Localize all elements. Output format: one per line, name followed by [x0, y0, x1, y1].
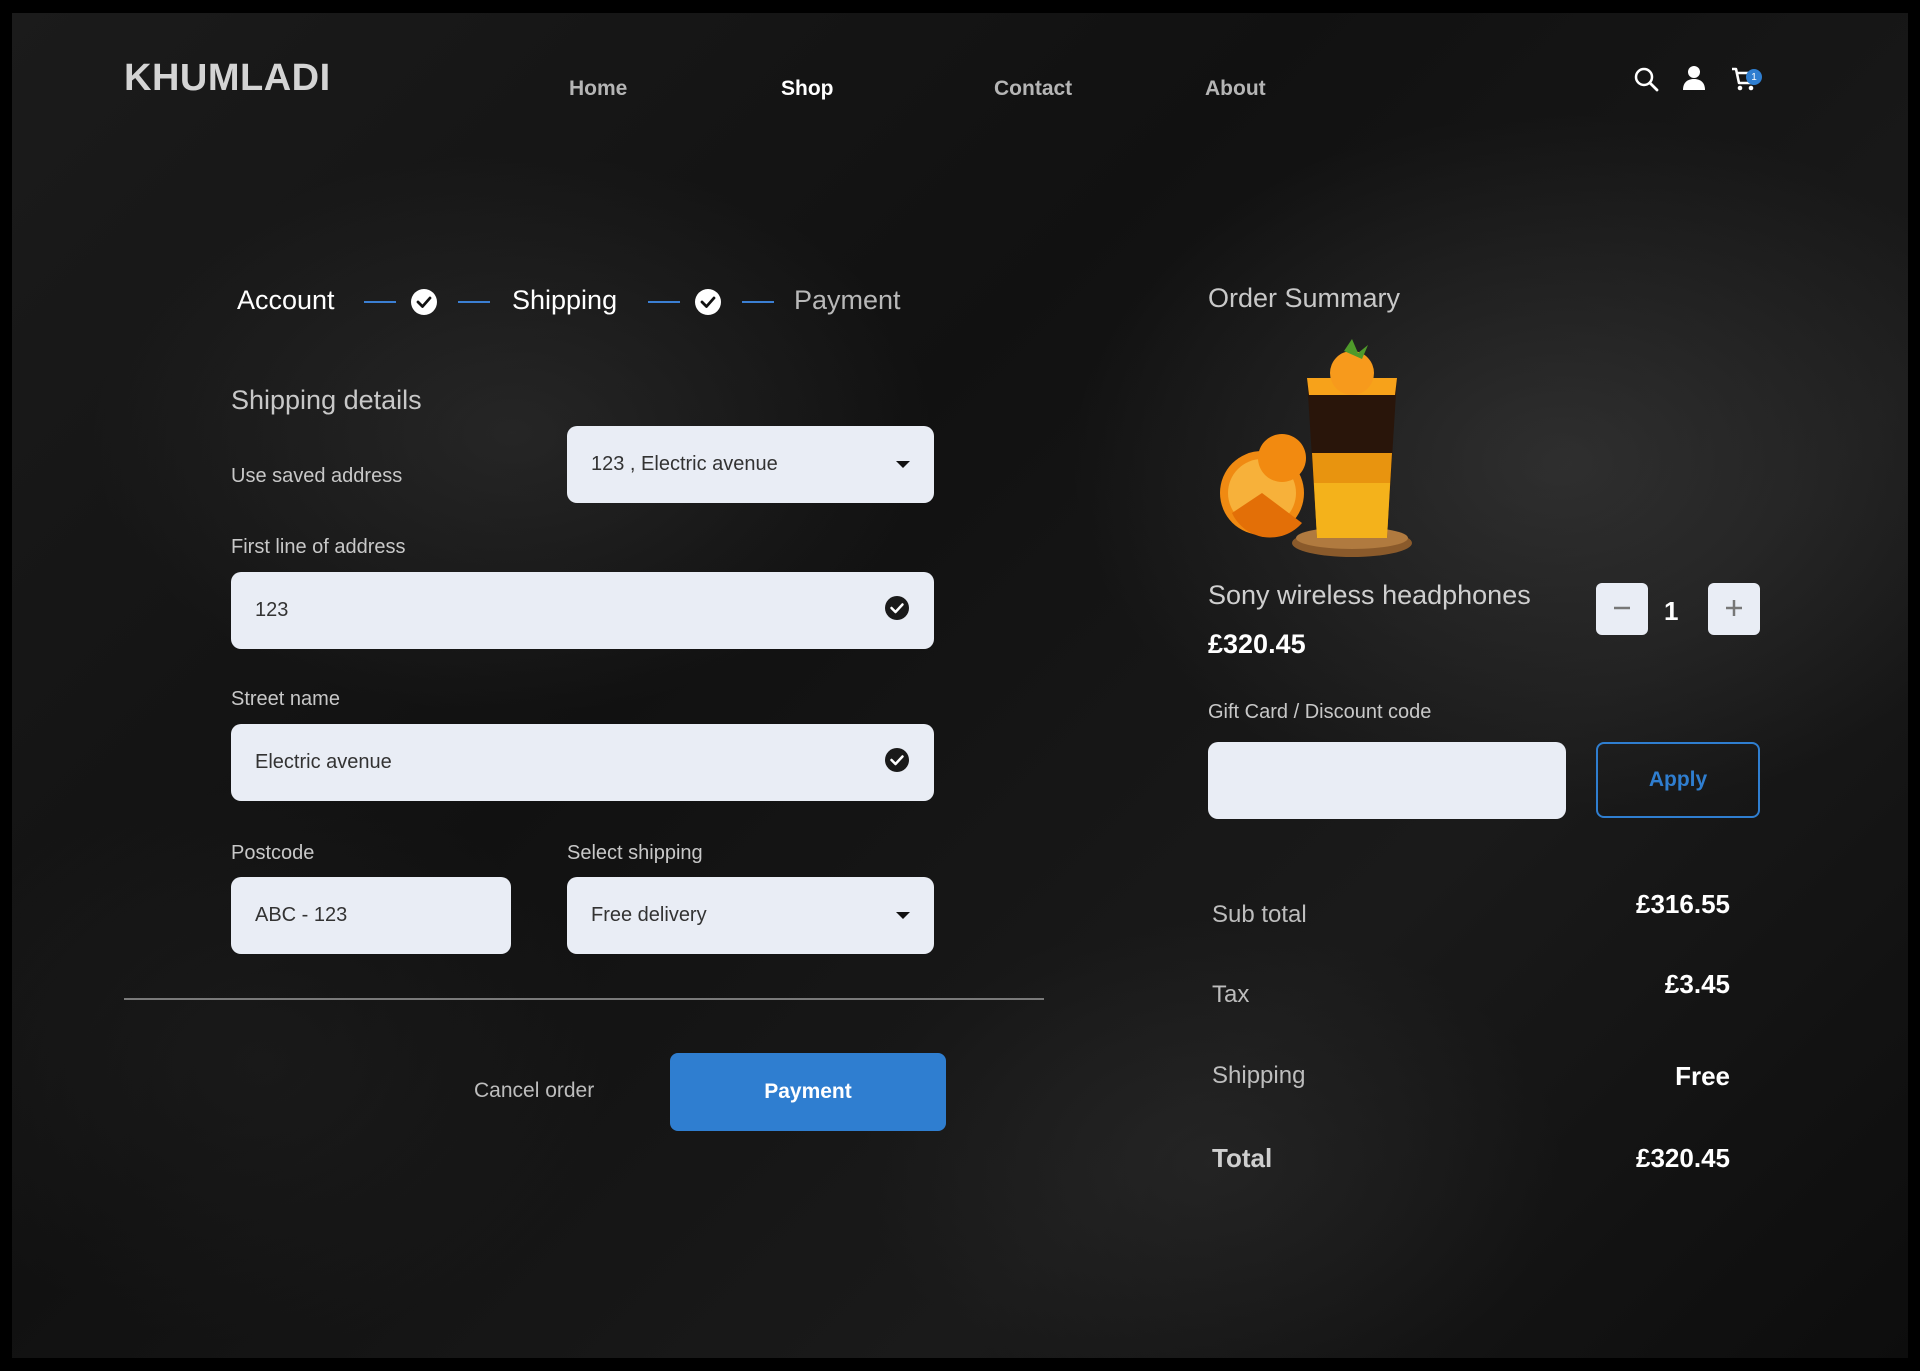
line1-input[interactable]: 123 — [231, 572, 934, 649]
tax-label: Tax — [1212, 981, 1250, 1008]
check-circle-icon — [694, 288, 722, 316]
apply-button[interactable]: Apply — [1596, 742, 1760, 818]
check-circle-icon — [884, 747, 910, 779]
line1-value: 123 — [255, 599, 289, 621]
discount-code-input[interactable] — [1208, 742, 1566, 819]
chevron-down-icon — [896, 461, 910, 468]
quantity-increase-button[interactable] — [1708, 583, 1760, 635]
shipping-label: Shipping — [1212, 1062, 1306, 1089]
line1-label: First line of address — [231, 536, 406, 558]
saved-address-value: 123 , Electric avenue — [591, 453, 778, 475]
shipping-details-title: Shipping details — [231, 385, 422, 415]
shipping-value: Free — [1675, 1061, 1730, 1091]
discount-label: Gift Card / Discount code — [1208, 701, 1432, 723]
step-connector — [742, 301, 774, 303]
total-label: Total — [1212, 1143, 1273, 1173]
cancel-order-button[interactable]: Cancel order — [474, 1079, 594, 1103]
shipping-method-label: Select shipping — [567, 842, 703, 864]
nav-shop[interactable]: Shop — [781, 77, 834, 101]
divider — [124, 998, 1044, 1000]
checkout-page: KHUMLADI Home Shop Contact About 1 Accou… — [12, 13, 1908, 1358]
total-value: £320.45 — [1636, 1143, 1730, 1173]
order-summary-title: Order Summary — [1208, 283, 1401, 313]
quantity-decrease-button[interactable] — [1596, 583, 1648, 635]
tax-value: £3.45 — [1664, 969, 1730, 999]
street-label: Street name — [231, 688, 340, 710]
product-price: £320.45 — [1208, 629, 1306, 659]
step-connector — [458, 301, 490, 303]
brand-logo[interactable]: KHUMLADI — [124, 57, 331, 100]
plus-icon — [1724, 592, 1744, 626]
chevron-down-icon — [896, 912, 910, 919]
step-account: Account — [237, 285, 335, 315]
step-payment: Payment — [794, 285, 901, 315]
user-icon[interactable] — [1680, 63, 1708, 91]
product-name: Sony wireless headphones — [1208, 580, 1531, 610]
postcode-value: ABC - 123 — [255, 904, 348, 926]
shipping-method-select[interactable]: Free delivery — [567, 877, 934, 954]
subtotal-value: £316.55 — [1636, 889, 1730, 919]
nav-about[interactable]: About — [1205, 77, 1266, 101]
saved-address-select[interactable]: 123 , Electric avenue — [567, 426, 934, 503]
quantity-value: 1 — [1664, 596, 1679, 626]
saved-address-label: Use saved address — [231, 465, 403, 487]
check-circle-icon — [884, 595, 910, 627]
nav-contact[interactable]: Contact — [994, 77, 1072, 101]
shipping-method-value: Free delivery — [591, 904, 707, 926]
minus-icon — [1612, 592, 1632, 626]
nav-home[interactable]: Home — [569, 77, 627, 101]
search-icon[interactable] — [1632, 65, 1660, 93]
street-value: Electric avenue — [255, 751, 392, 773]
step-connector — [364, 301, 396, 303]
cart-count-badge: 1 — [1746, 69, 1762, 85]
street-input[interactable]: Electric avenue — [231, 724, 934, 801]
check-circle-icon — [410, 288, 438, 316]
postcode-label: Postcode — [231, 842, 315, 864]
step-connector — [648, 301, 680, 303]
product-image — [1212, 333, 1432, 573]
subtotal-label: Sub total — [1212, 901, 1307, 928]
step-shipping: Shipping — [512, 285, 618, 315]
payment-button[interactable]: Payment — [670, 1053, 946, 1131]
postcode-input[interactable]: ABC - 123 — [231, 877, 511, 954]
